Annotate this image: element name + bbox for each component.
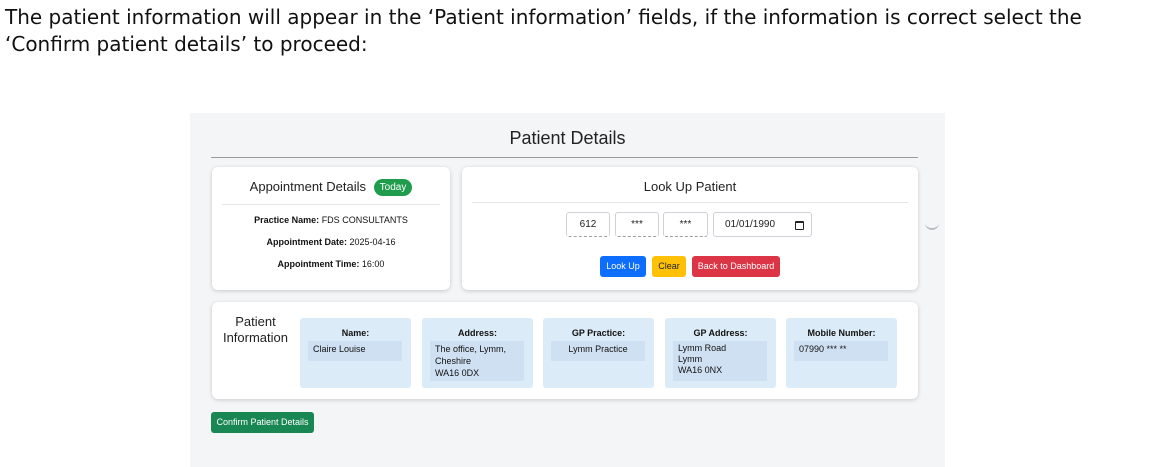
date-of-birth-value: 01/01/1990 xyxy=(725,219,776,230)
look-up-divider xyxy=(472,202,908,203)
mobile-number-box: Mobile Number: 07990 *** ** xyxy=(786,318,897,388)
address-label: Address: xyxy=(457,328,497,338)
date-of-birth-input[interactable]: 01/01/1990 xyxy=(713,212,812,237)
practice-name-row: Practice Name: FDS CONSULTANTS xyxy=(212,215,450,225)
patient-details-app: Patient Details Appointment Details Toda… xyxy=(190,113,945,467)
appointment-time-label: Appointment Time: xyxy=(277,259,360,269)
gp-practice-label: GP Practice: xyxy=(571,328,626,338)
confirm-patient-details-button[interactable]: Confirm Patient Details xyxy=(211,412,314,433)
appointment-date-label: Appointment Date: xyxy=(266,237,347,247)
address-box: Address: The office, Lymm, Cheshire WA16… xyxy=(422,318,533,388)
nhs-number-part1-input[interactable]: 612 xyxy=(566,212,610,237)
appointment-heading: Appointment Details Today xyxy=(212,179,450,196)
page-title: Patient Details xyxy=(509,128,626,148)
today-badge: Today xyxy=(373,179,413,196)
look-up-button[interactable]: Look Up xyxy=(600,256,646,277)
look-up-patient-card: Look Up Patient 612 *** *** 01/01/1990 L… xyxy=(462,167,918,290)
practice-name-label: Practice Name: xyxy=(254,215,320,225)
patient-information-card: Patient Information Name: Claire Louise … xyxy=(212,302,918,399)
address-value: The office, Lymm, Cheshire WA16 0DX xyxy=(430,341,524,381)
patient-information-label: Patient Information xyxy=(222,314,289,345)
practice-name-value: FDS CONSULTANTS xyxy=(321,215,408,225)
gp-practice-box: GP Practice: Lymm Practice xyxy=(543,318,654,388)
name-label: Name: xyxy=(341,328,370,338)
mobile-number-label: Mobile Number: xyxy=(807,328,876,338)
mobile-number-value: 07990 *** ** xyxy=(794,341,888,361)
appointment-date-value: 2025-04-16 xyxy=(349,237,396,247)
gp-address-value: Lymm Road Lymm WA16 0NX xyxy=(673,341,767,381)
name-value: Claire Louise xyxy=(308,341,402,361)
appointment-time-value: 16:00 xyxy=(361,259,385,269)
nhs-number-part2-input[interactable]: *** xyxy=(615,212,659,237)
appointment-divider xyxy=(222,204,440,205)
scroll-indicator xyxy=(925,222,939,230)
appointment-heading-text: Appointment Details xyxy=(249,179,367,194)
calendar-icon[interactable] xyxy=(795,221,804,230)
look-up-heading: Look Up Patient xyxy=(643,179,737,194)
gp-address-label: GP Address: xyxy=(693,328,748,338)
appointment-time-row: Appointment Time: 16:00 xyxy=(212,259,450,269)
instruction-text: The patient information will appear in t… xyxy=(5,5,1082,56)
nhs-number-part3-input[interactable]: *** xyxy=(663,212,708,237)
name-box: Name: Claire Louise xyxy=(300,318,411,388)
appointment-date-row: Appointment Date: 2025-04-16 xyxy=(212,237,450,247)
title-divider xyxy=(211,157,918,158)
clear-button[interactable]: Clear xyxy=(652,256,686,277)
appointment-details-card: Appointment Details Today Practice Name:… xyxy=(212,167,450,290)
gp-practice-value: Lymm Practice xyxy=(551,341,645,361)
back-to-dashboard-button[interactable]: Back to Dashboard xyxy=(692,256,780,277)
gp-address-box: GP Address: Lymm Road Lymm WA16 0NX xyxy=(665,318,776,388)
